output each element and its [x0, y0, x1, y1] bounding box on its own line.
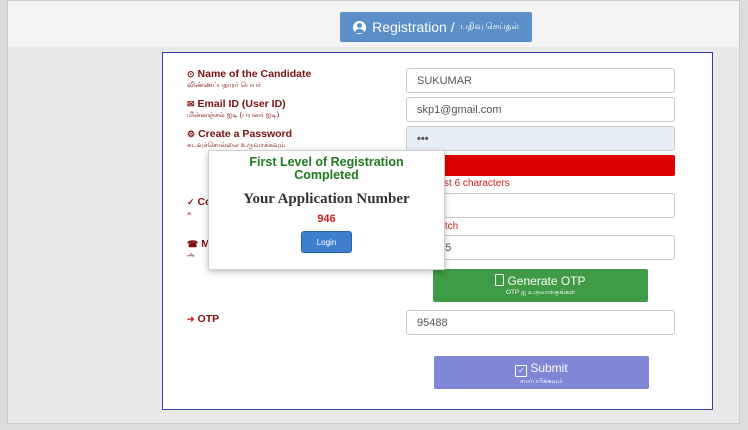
- name-tamil-label: விண்ணப்பதாரர் பெயர்: [187, 82, 261, 89]
- registration-label: Registration /: [372, 19, 455, 35]
- mobile-field[interactable]: )52245: [406, 235, 675, 260]
- dialog-title: First Level of Registration Completed: [249, 155, 404, 182]
- sign-in-icon: ➜: [187, 314, 195, 324]
- email-field[interactable]: skp1@gmail.com: [406, 97, 675, 122]
- email-tamil-label: மின்னஞ்சல் ஐடி (பயனர் ஐடி): [187, 112, 280, 119]
- user-icon: [353, 20, 367, 34]
- otp-label: ➜ OTP: [187, 313, 220, 325]
- name-label: ⊙ Name of the Candidate விண்ணப்பதாரர் பெய…: [187, 68, 312, 89]
- name-field[interactable]: SUKUMAR: [406, 68, 675, 93]
- mobile-tamil-label: அ: [187, 252, 195, 259]
- registration-tamil-label: பதிவு செய்தல்: [460, 21, 519, 31]
- password-tamil-label: கடவுச்சொல்லை உருவாக்கவும்: [187, 142, 286, 149]
- application-number-label: Your Application Number: [243, 191, 410, 207]
- email-label: ✉ Email ID (User ID) மின்னஞ்சல் ஐடி (பயனர…: [187, 98, 286, 119]
- phone-icon: ☎: [187, 239, 199, 249]
- generate-otp-button[interactable]: Generate OTP OTP ஐ உருவாக்குங்கள்: [433, 269, 648, 302]
- envelope-icon: ✉: [187, 99, 195, 109]
- mobile-icon: [495, 274, 505, 286]
- user-outline-icon: ⊙: [187, 69, 195, 79]
- password-label: ⚙ Create a Password கடவுச்சொல்லை உருவாக்க…: [187, 128, 293, 149]
- login-button[interactable]: Login: [301, 231, 352, 253]
- check-circle-icon: ✓: [187, 197, 195, 207]
- password-strength-bar: [406, 155, 675, 176]
- check-square-icon: ✓: [515, 365, 528, 377]
- password-field[interactable]: •••: [406, 126, 675, 151]
- gear-icon: ⚙: [187, 129, 196, 139]
- submit-tamil-label: சமர்ப்பிக்கவும்: [520, 378, 563, 385]
- registration-header-button[interactable]: Registration / பதிவு செய்தல்: [340, 12, 532, 42]
- application-number: 946: [317, 213, 336, 225]
- submit-button[interactable]: ✓ Submit சமர்ப்பிக்கவும்: [434, 356, 649, 389]
- confirm-password-field[interactable]: [406, 193, 675, 218]
- mobile-label: ☎ M அ: [187, 238, 210, 259]
- otp-field[interactable]: 95488: [406, 310, 675, 335]
- generate-otp-tamil-label: OTP ஐ உருவாக்குங்கள்: [505, 289, 576, 296]
- registration-complete-dialog: First Level of Registration Completed Yo…: [208, 150, 445, 270]
